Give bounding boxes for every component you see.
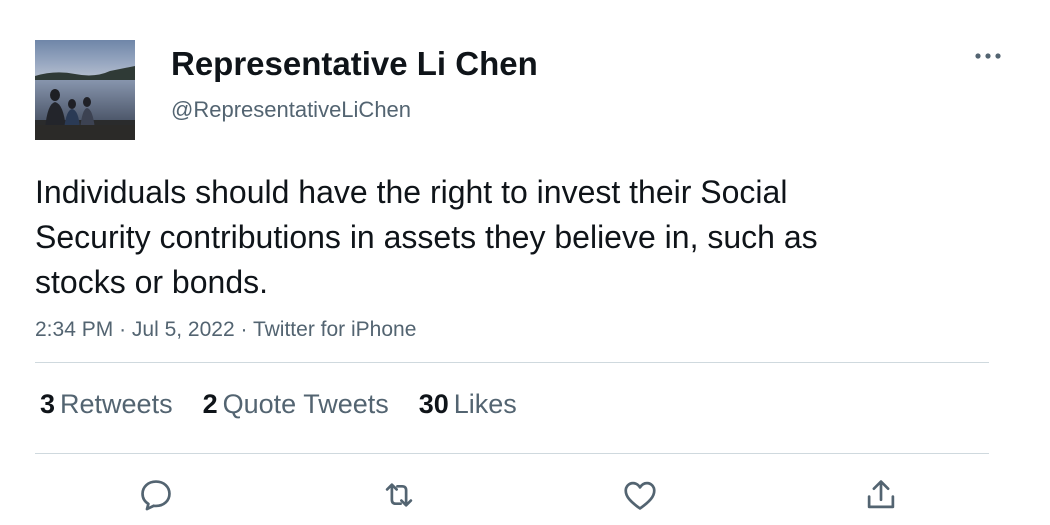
divider	[35, 362, 989, 363]
quote-tweets-stat[interactable]: 2 Quote Tweets	[203, 386, 389, 422]
retweets-count: 3	[40, 389, 56, 419]
tweet-meta: 2:34 PM · Jul 5, 2022 · Twitter for iPho…	[35, 316, 416, 344]
likes-label: Likes	[453, 389, 517, 419]
retweets-label: Retweets	[60, 389, 173, 419]
tweet-time[interactable]: 2:34 PM	[35, 318, 113, 341]
retweet-button[interactable]	[377, 473, 421, 517]
meta-separator: ·	[240, 318, 248, 341]
likes-stat[interactable]: 30 Likes	[419, 386, 517, 422]
tweet-stats: 3 Retweets 2 Quote Tweets 30 Likes	[40, 386, 547, 422]
share-icon	[867, 480, 895, 509]
more-options-button[interactable]	[968, 42, 1008, 70]
tweet-source[interactable]: Twitter for iPhone	[253, 318, 416, 341]
retweet-icon	[385, 483, 413, 507]
likes-count: 30	[418, 389, 449, 419]
quote-tweets-label: Quote Tweets	[222, 389, 389, 419]
tweet-text: Individuals should have the right to inv…	[35, 174, 818, 300]
avatar[interactable]	[35, 40, 135, 140]
quote-tweets-count: 2	[202, 389, 218, 419]
author-handle[interactable]: @RepresentativeLiChen	[171, 96, 411, 124]
retweets-stat[interactable]: 3 Retweets	[40, 386, 173, 422]
tweet: Representative Li Chen @RepresentativeLi…	[0, 0, 1050, 525]
author-display-name[interactable]: Representative Li Chen	[171, 44, 538, 84]
share-button[interactable]	[859, 473, 903, 517]
like-icon	[624, 481, 656, 510]
lakeside-photo-avatar-icon	[35, 40, 135, 140]
more-dots-icon	[975, 53, 1001, 59]
meta-separator: ·	[119, 318, 127, 341]
divider	[35, 453, 989, 454]
reply-icon	[141, 480, 171, 511]
reply-button[interactable]	[134, 473, 178, 517]
tweet-date[interactable]: Jul 5, 2022	[132, 318, 235, 341]
like-button[interactable]	[618, 473, 662, 517]
